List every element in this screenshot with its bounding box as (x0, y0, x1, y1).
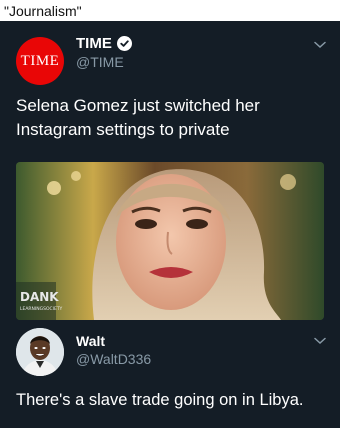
verified-icon (116, 36, 132, 51)
watermark-bottom: LEARNINGSOCIETY (20, 306, 63, 312)
author-name[interactable]: TIME (76, 35, 112, 52)
tweet2-text: There's a slave trade going on in Libya. (16, 391, 304, 409)
chevron-down-icon[interactable] (314, 337, 326, 345)
caption: "Journalism" (4, 3, 82, 19)
tweet-thread: TIME TIME @TIME Selena Gomez just switch… (0, 21, 340, 428)
tweet-photo[interactable]: DANK LEARNINGSOCIETY (16, 162, 324, 320)
watermark-top: DANK (20, 290, 59, 304)
chevron-down-icon[interactable] (314, 41, 326, 49)
walt-avatar[interactable] (16, 328, 64, 376)
tweet1-text: Selena Gomez just switched her Instagram… (16, 96, 260, 139)
author-handle[interactable]: @TIME (76, 54, 124, 70)
author-name[interactable]: Walt (76, 333, 105, 349)
time-avatar[interactable]: TIME (16, 37, 64, 85)
author-handle[interactable]: @WaltD336 (76, 351, 151, 367)
avatar-logo-text: TIME (20, 52, 60, 69)
tweet1-author[interactable]: TIME (76, 35, 132, 52)
